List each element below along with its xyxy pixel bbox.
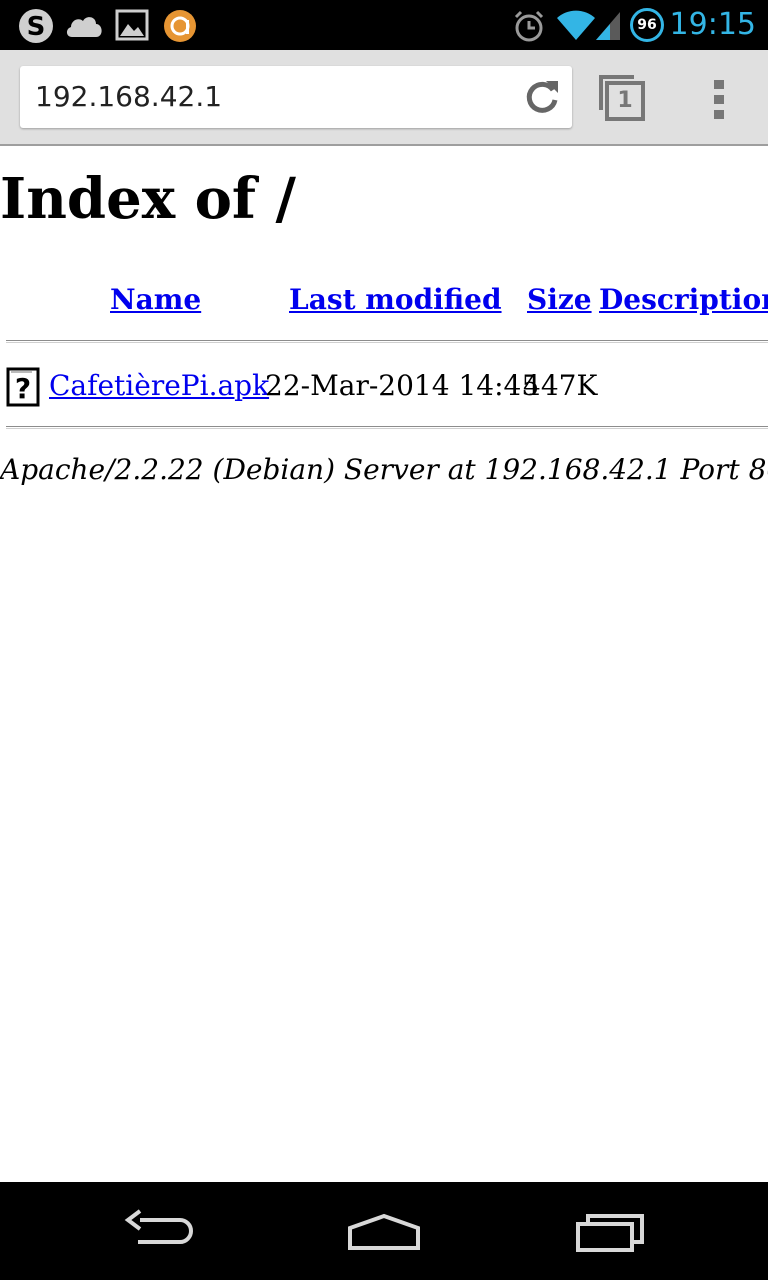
web-page: Index of / Name Last modified Size Descr…	[0, 148, 768, 1182]
status-bar: S 96 19:15	[0, 0, 768, 50]
navigation-bar	[0, 1182, 768, 1280]
back-icon[interactable]	[124, 1208, 196, 1254]
svg-text:S: S	[27, 12, 46, 42]
overflow-menu-icon[interactable]	[706, 78, 732, 120]
app-notification-icon	[164, 10, 196, 42]
signal-icon	[596, 12, 620, 40]
sort-by-size-link[interactable]: Size	[527, 282, 592, 318]
unknown-file-icon: ?	[6, 367, 40, 407]
server-signature: Apache/2.2.22 (Debian) Server at 192.168…	[0, 453, 768, 486]
tab-switcher-button[interactable]: 1	[598, 74, 648, 124]
file-link[interactable]: CafetièrePi.apk	[49, 368, 269, 404]
sort-by-description-link[interactable]: Description	[599, 282, 768, 318]
file-last-modified: 22-Mar-2014 14:45	[265, 369, 540, 402]
page-title: Index of /	[0, 166, 296, 232]
alarm-icon	[514, 10, 544, 42]
reload-icon[interactable]	[522, 77, 562, 117]
wifi-icon	[557, 10, 595, 40]
address-bar[interactable]: 192.168.42.1	[20, 66, 572, 128]
status-time: 19:15	[669, 7, 756, 42]
tab-count: 1	[617, 88, 633, 113]
cloud-icon	[66, 17, 102, 37]
sort-by-name-link[interactable]: Name	[110, 282, 201, 318]
home-icon[interactable]	[344, 1208, 424, 1254]
recent-apps-icon[interactable]	[574, 1208, 646, 1254]
image-icon	[115, 9, 149, 41]
browser-toolbar: 192.168.42.1 1	[0, 50, 768, 146]
header-divider	[6, 340, 768, 343]
svg-text:?: ?	[15, 372, 31, 405]
file-size: 447K	[523, 369, 598, 402]
sort-by-last-modified-link[interactable]: Last modified	[289, 282, 502, 318]
battery-level: 96	[637, 17, 657, 33]
footer-divider	[6, 426, 768, 429]
battery-icon: 96	[630, 8, 664, 42]
url-text[interactable]: 192.168.42.1	[35, 66, 222, 128]
skype-icon: S	[19, 9, 53, 43]
